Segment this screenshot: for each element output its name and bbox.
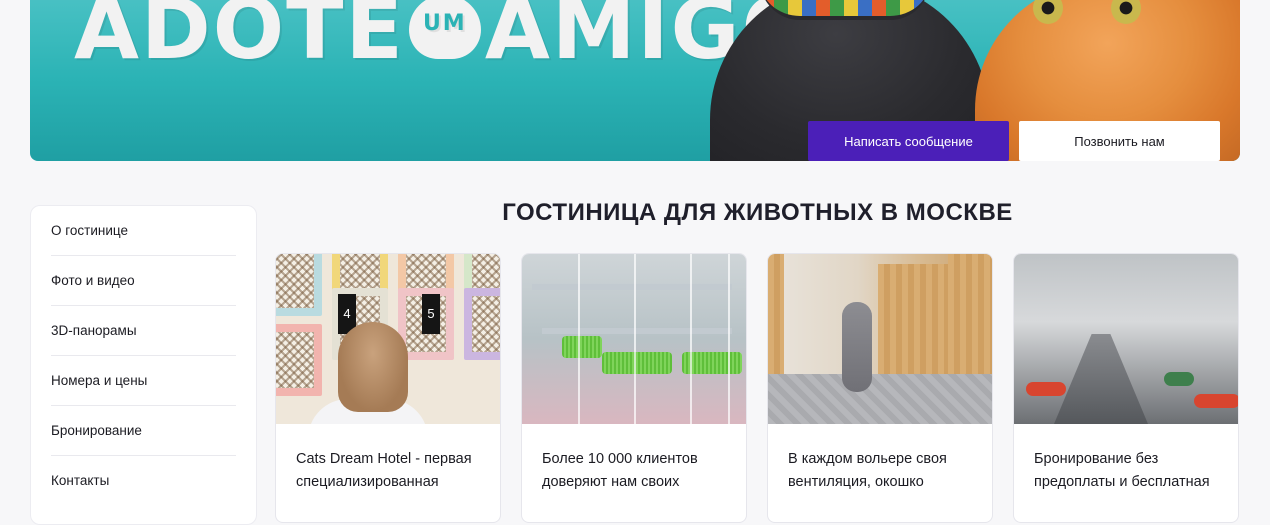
banner-logo: ADOTE UM AMIGO [74,0,815,78]
sidebar-item-booking[interactable]: Бронирование [51,406,236,456]
card-text: Более 10 000 клиентов доверяют нам своих [542,451,698,490]
card-image-lockers-dog: 4 5 [276,254,500,424]
sidebar-nav: О гостинице Фото и видео 3D-панорамы Ном… [30,205,257,525]
sidebar-item-contacts[interactable]: Контакты [51,456,236,506]
banner-title-heart: UM [422,11,467,37]
cat-eye-icon [1033,0,1063,24]
feature-card[interactable]: В каждом вольере своя вентиляция, окошко [767,253,993,523]
sidebar-item-photo-video[interactable]: Фото и видео [51,256,236,306]
card-text: В каждом вольере своя вентиляция, окошко [788,451,947,490]
cat-eye-icon [1111,0,1141,24]
card-image-wooden-enclosures [768,254,992,424]
card-text: Бронирование без предоплаты и бесплатная [1034,451,1210,490]
locker-number: 5 [422,294,440,334]
card-text: Cats Dream Hotel - первая специализирова… [296,451,472,490]
card-image-glass-cages [522,254,746,424]
sidebar-item-3d-panoramas[interactable]: 3D-панорамы [51,306,236,356]
sidebar-item-about[interactable]: О гостинице [51,206,236,256]
heart-icon: UM [408,0,481,60]
write-message-button[interactable]: Написать сообщение [808,121,1009,161]
card-image-corridor [1014,254,1238,424]
call-us-button[interactable]: Позвонить нам [1019,121,1220,161]
page-title: ГОСТИНИЦА ДЛЯ ЖИВОТНЫХ В МОСКВЕ [502,199,1013,226]
banner-title-left: ADOTE [74,0,405,78]
feature-cards: 4 5 Cats Dream Hotel - первая специализи… [275,253,1241,523]
feature-card[interactable]: Более 10 000 клиентов доверяют нам своих [521,253,747,523]
dog-collar-image [760,0,930,20]
feature-card[interactable]: Бронирование без предоплаты и бесплатная [1013,253,1239,523]
feature-card[interactable]: 4 5 Cats Dream Hotel - первая специализи… [275,253,501,523]
sidebar-item-rooms-prices[interactable]: Номера и цены [51,356,236,406]
